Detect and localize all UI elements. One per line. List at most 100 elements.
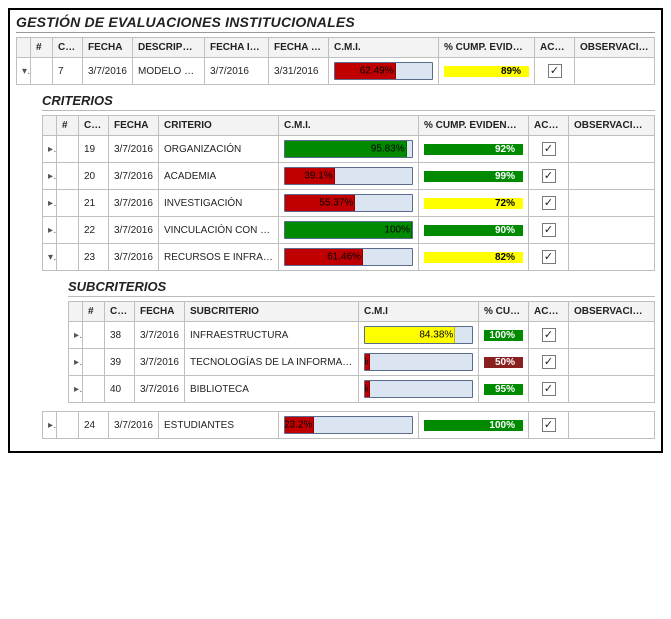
cell-fecha: 3/7/2016 bbox=[135, 376, 185, 403]
cump-badge: 72% bbox=[424, 198, 523, 209]
criterio-row[interactable]: ▸243/7/2016ESTUDIANTES23.2%100%✓ bbox=[43, 412, 655, 439]
activo-checkbox[interactable]: ✓ bbox=[542, 382, 556, 396]
activo-checkbox[interactable]: ✓ bbox=[542, 169, 556, 183]
cell-activo: ✓ bbox=[529, 244, 569, 271]
cell-cmi: 95.83% bbox=[279, 136, 419, 163]
activo-checkbox[interactable]: ✓ bbox=[548, 64, 562, 78]
col-ffinal: FECHA FINAL bbox=[269, 38, 329, 58]
col-fecha: FECHA bbox=[109, 116, 159, 136]
subcriterios-section: SUBCRITERIOS # CÓD. FECHA SUBCRITERIO C.… bbox=[68, 279, 655, 403]
cmi-progress: 23.2% bbox=[284, 416, 413, 434]
cell-num bbox=[57, 412, 79, 439]
cell-cod: 19 bbox=[79, 136, 109, 163]
cell-cod: 22 bbox=[79, 217, 109, 244]
col-cod: CÓD. bbox=[105, 302, 135, 322]
cell-cump: 99% bbox=[419, 163, 529, 190]
expand-toggle-icon[interactable]: ▸ bbox=[69, 349, 83, 376]
criterios-table: # CÓD. FECHA CRITERIO C.M.I. % CUMP. EVI… bbox=[42, 115, 655, 271]
evaluacion-row[interactable]: ▾ 7 3/7/2016 MODELO DE EVALUACIÓN INSTIT… bbox=[17, 58, 655, 85]
col-cump: % CUMP. EVIDENCIAS bbox=[419, 116, 529, 136]
expand-toggle-icon[interactable]: ▸ bbox=[43, 412, 57, 439]
expand-toggle-icon[interactable]: ▾ bbox=[43, 244, 57, 271]
cell-subcriterio: INFRAESTRUCTURA bbox=[185, 322, 359, 349]
cell-fecha: 3/7/2016 bbox=[135, 322, 185, 349]
cmi-progress-fill bbox=[285, 417, 314, 433]
cell-cod: 7 bbox=[53, 58, 83, 85]
evaluaciones-table: # CÓD. FECHA DESCRIPCIÓN EVALUACIÓN FECH… bbox=[16, 37, 655, 85]
cell-activo: ✓ bbox=[529, 217, 569, 244]
subcriterio-row[interactable]: ▸383/7/2016INFRAESTRUCTURA84.38%100%✓ bbox=[69, 322, 655, 349]
col-obs: OBSERVACIONES bbox=[569, 116, 655, 136]
criterio-row[interactable]: ▸203/7/2016ACADEMIA39.1%99%✓ bbox=[43, 163, 655, 190]
criterio-row[interactable]: ▸193/7/2016ORGANIZACIÓN95.83%92%✓ bbox=[43, 136, 655, 163]
expand-toggle-icon[interactable]: ▸ bbox=[43, 163, 57, 190]
cump-badge: 89% bbox=[444, 66, 529, 77]
col-activo: ACTIVO bbox=[529, 302, 569, 322]
cmi-progress: 62.49% bbox=[334, 62, 433, 80]
cell-num bbox=[31, 58, 53, 85]
evaluaciones-header-row: # CÓD. FECHA DESCRIPCIÓN EVALUACIÓN FECH… bbox=[17, 38, 655, 58]
col-desc: DESCRIPCIÓN EVALUACIÓN bbox=[133, 38, 205, 58]
col-expander bbox=[17, 38, 31, 58]
criterio-row[interactable]: ▸213/7/2016INVESTIGACIÓN55.37%72%✓ bbox=[43, 190, 655, 217]
subcriterios-title: SUBCRITERIOS bbox=[68, 279, 655, 297]
cell-activo: ✓ bbox=[529, 412, 569, 439]
cell-obs bbox=[569, 136, 655, 163]
subcriterio-row[interactable]: ▸393/7/2016TECNOLOGÍAS DE LA INFORMACIÓN… bbox=[69, 349, 655, 376]
col-cump: % CUMP. EVIDENCIAS bbox=[439, 38, 535, 58]
activo-checkbox[interactable]: ✓ bbox=[542, 223, 556, 237]
cell-activo: ✓ bbox=[529, 190, 569, 217]
criterio-row[interactable]: ▸223/7/2016VINCULACIÓN CON LA SOCIEDAD10… bbox=[43, 217, 655, 244]
expand-toggle-icon[interactable]: ▸ bbox=[43, 136, 57, 163]
cell-cod: 40 bbox=[105, 376, 135, 403]
col-fecha: FECHA bbox=[83, 38, 133, 58]
cell-cod: 20 bbox=[79, 163, 109, 190]
expand-toggle-icon[interactable]: ▸ bbox=[69, 376, 83, 403]
criterios-title: CRITERIOS bbox=[42, 93, 655, 111]
subcriterios-table: # CÓD. FECHA SUBCRITERIO C.M.I % CUMP. A… bbox=[68, 301, 655, 403]
expand-toggle-icon[interactable]: ▾ bbox=[17, 58, 31, 85]
expand-toggle-icon[interactable]: ▸ bbox=[43, 190, 57, 217]
cmi-progress-fill bbox=[285, 249, 363, 265]
activo-checkbox[interactable]: ✓ bbox=[542, 250, 556, 264]
cmi-progress: 55.37% bbox=[284, 194, 413, 212]
cell-obs bbox=[569, 412, 655, 439]
cell-cod: 39 bbox=[105, 349, 135, 376]
cump-badge: 100% bbox=[424, 420, 523, 431]
cmi-progress: 100% bbox=[284, 221, 413, 239]
cmi-progress-fill bbox=[285, 168, 335, 184]
expand-toggle-icon[interactable]: ▸ bbox=[43, 217, 57, 244]
cell-num bbox=[83, 376, 105, 403]
col-obs: OBSERVACIONES bbox=[569, 302, 655, 322]
activo-checkbox[interactable]: ✓ bbox=[542, 418, 556, 432]
cell-obs bbox=[569, 349, 655, 376]
cell-num bbox=[83, 322, 105, 349]
cell-cod: 24 bbox=[79, 412, 109, 439]
cell-activo: ✓ bbox=[529, 163, 569, 190]
col-finicio: FECHA INICIO bbox=[205, 38, 269, 58]
activo-checkbox[interactable]: ✓ bbox=[542, 196, 556, 210]
expand-toggle-icon[interactable]: ▸ bbox=[69, 322, 83, 349]
cump-badge: 90% bbox=[424, 225, 523, 236]
criterio-row[interactable]: ▾233/7/2016RECURSOS E INFRAESTRUCTURA61.… bbox=[43, 244, 655, 271]
cell-num bbox=[57, 163, 79, 190]
cell-criterio: INVESTIGACIÓN bbox=[159, 190, 279, 217]
activo-checkbox[interactable]: ✓ bbox=[542, 328, 556, 342]
activo-checkbox[interactable]: ✓ bbox=[542, 355, 556, 369]
app-frame: GESTIÓN DE EVALUACIONES INSTITUCIONALES … bbox=[8, 8, 663, 453]
cell-cump: 100% bbox=[479, 322, 529, 349]
cell-num bbox=[57, 217, 79, 244]
cell-cmi: 39.1% bbox=[279, 163, 419, 190]
cell-obs bbox=[569, 376, 655, 403]
subcriterio-row[interactable]: ▸403/7/2016BIBLIOTECA5%95%✓ bbox=[69, 376, 655, 403]
cell-num bbox=[57, 136, 79, 163]
cell-cump: 95% bbox=[479, 376, 529, 403]
cmi-progress: 5% bbox=[364, 353, 473, 371]
cell-desc: MODELO DE EVALUACIÓN INSTITUCIONAL bbox=[133, 58, 205, 85]
col-cod: CÓD. bbox=[53, 38, 83, 58]
activo-checkbox[interactable]: ✓ bbox=[542, 142, 556, 156]
page-title: GESTIÓN DE EVALUACIONES INSTITUCIONALES bbox=[16, 14, 655, 33]
cmi-progress-fill bbox=[335, 63, 396, 79]
cell-obs bbox=[569, 244, 655, 271]
cell-cod: 38 bbox=[105, 322, 135, 349]
